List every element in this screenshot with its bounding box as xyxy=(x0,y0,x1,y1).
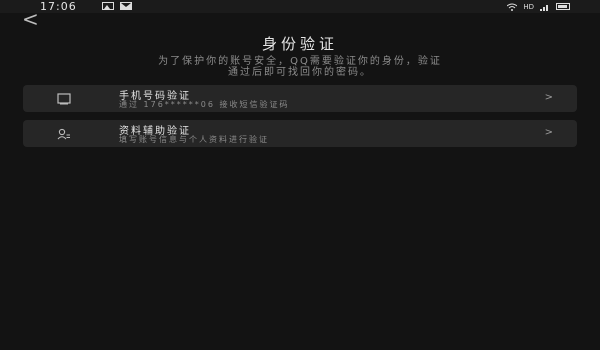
mail-icon xyxy=(120,2,132,10)
option-subtitle: 通过 176******06 接收短信验证码 xyxy=(119,100,290,109)
signal-icon xyxy=(540,4,548,11)
user-info-icon xyxy=(57,128,70,140)
option-subtitle: 填写账号信息与个人资料进行验证 xyxy=(119,135,269,144)
subtitle-line-2: 通过后即可找回你的密码。 xyxy=(228,67,372,78)
status-left-icons xyxy=(102,2,132,10)
info-verification-option[interactable]: 资料辅助验证 填写账号信息与个人资料进行验证 > xyxy=(23,120,577,147)
phone-verification-option[interactable]: 手机号码验证 通过 176******06 接收短信验证码 > xyxy=(23,85,577,112)
status-right-icons: HD xyxy=(507,0,570,13)
back-button[interactable]: < xyxy=(22,9,39,29)
image-icon xyxy=(102,2,114,10)
network-label: HD xyxy=(523,2,534,11)
wifi-icon xyxy=(507,3,518,11)
chevron-right-icon: > xyxy=(544,92,553,103)
phone-icon xyxy=(57,93,71,105)
chevron-right-icon: > xyxy=(544,127,553,138)
page-title: 身份验证 xyxy=(261,35,338,53)
battery-icon xyxy=(556,3,570,10)
status-time: 17:06 xyxy=(40,0,77,13)
status-bar: 17:06 HD xyxy=(0,0,600,13)
